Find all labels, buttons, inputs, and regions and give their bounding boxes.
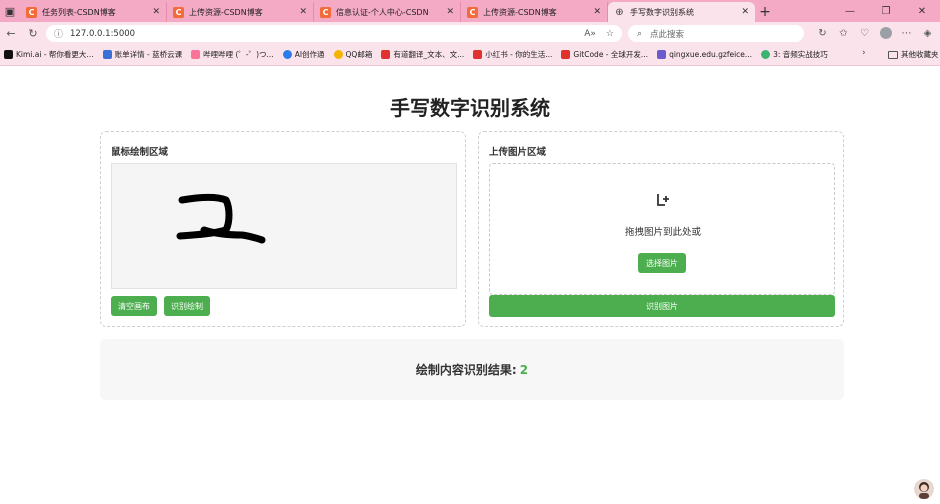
tab-label: 手写数字识别系统 [630,7,694,17]
tab-label: 任务列表-CSDN博客 [42,7,116,17]
tab-5-active[interactable]: ⊕ 手写数字识别系统 ✕ [608,2,755,22]
add-image-icon [490,192,836,212]
tab-strip: ▣ C 任务列表-CSDN博客 ✕ C 上传资源-CSDN博客 ✕ C 信息认证… [0,0,940,22]
clear-canvas-button[interactable]: 清空画布 [111,296,157,316]
gitcode-icon [561,50,571,59]
search-icon: ⌕ [637,28,643,39]
kimi-icon [4,50,13,59]
window-controls: — ❐ ✕ [832,0,940,22]
bookmark-gitcode[interactable]: GitCode - 全球开发... [561,49,648,60]
maximize-icon[interactable]: ❐ [868,0,904,22]
more-menu-icon[interactable]: ⋯ [896,22,917,44]
csdn-favicon-icon: C [26,6,37,18]
search-placeholder: 点此搜索 [650,29,685,40]
bookmark-label: GitCode - 全球开发... [573,50,649,59]
close-tab-icon[interactable]: ✕ [741,7,749,17]
bookmark-youdao[interactable]: 有道翻译_文本、文... [381,49,464,60]
draw-panel-title: 鼠标绘制区域 [111,147,169,158]
lanqiao-icon [102,50,112,59]
url-text: 127.0.0.1:5000 [70,28,136,39]
recognize-image-button[interactable]: 识别图片 [489,295,835,317]
close-window-icon[interactable]: ✕ [904,0,940,22]
upload-panel-title: 上传图片区域 [489,147,547,158]
bookmark-bilibili[interactable]: 哔哩哔哩 (゜-゜)つ... [191,49,274,60]
bookmark-qingxue[interactable]: qingxue.edu.gzfeice... [657,50,752,59]
bookmark-xiaohongshu[interactable]: 小红书 - 你的生活... [473,49,552,60]
favorite-star-icon[interactable]: ☆ [606,29,614,39]
bookmark-audio[interactable]: 3: 音频实战技巧 [761,49,828,60]
refresh-icon[interactable]: ↻ [22,22,44,44]
address-bar-row: ← ↻ ⓘ 127.0.0.1:5000 A» ☆ ⌕ 点此搜索 ↻ ✩ ♡ ⋯… [0,22,940,44]
tab-4[interactable]: C 上传资源-CSDN博客 ✕ [461,2,608,22]
extension-icon[interactable]: ↻ [812,22,833,44]
bookmark-lanqiao[interactable]: 账单详情 - 蓝桥云课 [102,49,183,60]
csdn-favicon-icon: C [173,6,184,18]
chevron-right-icon[interactable]: › [862,48,866,58]
bookmarks-bar: Kimi.ai - 帮你看更大... 账单详情 - 蓝桥云课 哔哩哔哩 (゜-゜… [0,44,940,66]
drawing-canvas[interactable] [111,163,457,289]
bookmark-kimi[interactable]: Kimi.ai - 帮你看更大... [4,49,94,60]
bookmark-label: 有道翻译_文本、文... [393,50,465,59]
folder-icon [888,50,898,59]
bookmark-label: qingxue.edu.gzfeice... [669,50,753,59]
url-field[interactable]: ⓘ 127.0.0.1:5000 A» ☆ [46,25,622,42]
qqmail-icon [333,50,343,59]
choose-image-button[interactable]: 选择图片 [638,253,686,273]
bookmark-qqmail[interactable]: QQ邮箱 [333,49,373,60]
new-tab-icon[interactable]: + [755,2,775,22]
upload-panel: 上传图片区域 拖拽图片到此处或 选择图片 识别图片 [478,131,844,327]
favorites-icon[interactable]: ✩ [833,22,854,44]
bookmark-label: 3: 音频实战技巧 [773,50,828,59]
close-tab-icon[interactable]: ✕ [593,7,601,17]
bilibili-icon [191,50,201,59]
bookmark-label: AI创作通 [294,50,325,59]
tab-3[interactable]: C 信息认证-个人中心-CSDN ✕ [314,2,461,22]
audio-course-icon [761,50,771,59]
read-aloud-icon[interactable]: A» [584,29,596,39]
bookmark-label: QQ邮箱 [345,50,373,59]
xiaohongshu-icon [473,50,483,59]
draw-panel: 鼠标绘制区域 清空画布 识别绘制 [100,131,466,327]
other-favorites-folder[interactable]: 其他收藏夹 [888,49,939,60]
close-tab-icon[interactable]: ✕ [299,7,307,17]
back-icon[interactable]: ← [0,22,22,44]
image-drop-zone[interactable]: 拖拽图片到此处或 选择图片 [489,163,835,295]
assistant-avatar-icon[interactable] [914,479,934,499]
result-panel: 绘制内容识别结果: 2 [100,339,844,400]
close-tab-icon[interactable]: ✕ [152,7,160,17]
result-value: 2 [519,362,529,377]
tab-label: 信息认证-个人中心-CSDN [336,7,429,17]
minimize-icon[interactable]: — [832,0,868,22]
copilot-icon[interactable]: ◈ [917,22,938,44]
page-title: 手写数字识别系统 [390,96,550,120]
tab-label: 上传资源-CSDN博客 [189,7,263,17]
bookmark-label: Kimi.ai - 帮你看更大... [16,50,94,59]
result-label: 绘制内容识别结果: [415,363,517,377]
tab-1[interactable]: C 任务列表-CSDN博客 ✕ [20,2,167,22]
search-input[interactable]: ⌕ 点此搜索 [628,25,804,42]
recognize-drawing-button[interactable]: 识别绘制 [164,296,210,316]
bookmark-label: 哔哩哔哩 (゜-゜)つ... [203,50,274,59]
youdao-icon [381,50,391,59]
tab-label: 上传资源-CSDN博客 [483,7,557,17]
performance-icon[interactable]: ♡ [854,22,875,44]
handwritten-stroke [176,193,266,244]
close-tab-icon[interactable]: ✕ [446,7,454,17]
bookmark-label: 账单详情 - 蓝桥云课 [114,50,183,59]
drop-instruction-text: 拖拽图片到此处或 [624,227,701,238]
bookmark-label: 小红书 - 你的生活... [485,50,553,59]
csdn-favicon-icon: C [320,6,331,18]
site-info-icon[interactable]: ⓘ [54,27,63,40]
profile-icon[interactable] [875,22,896,44]
folder-label: 其他收藏夹 [901,50,939,59]
bookmark-ai-creation[interactable]: AI创作通 [282,49,325,60]
tab-2[interactable]: C 上传资源-CSDN博客 ✕ [167,2,314,22]
globe-icon: ⊕ [615,6,624,18]
csdn-favicon-icon: C [467,6,478,18]
tab-actions-icon[interactable]: ▣ [0,0,20,22]
qingxue-icon [657,50,667,59]
toolbar-icons: ↻ ✩ ♡ ⋯ ◈ [812,22,938,44]
ai-icon [282,50,292,59]
